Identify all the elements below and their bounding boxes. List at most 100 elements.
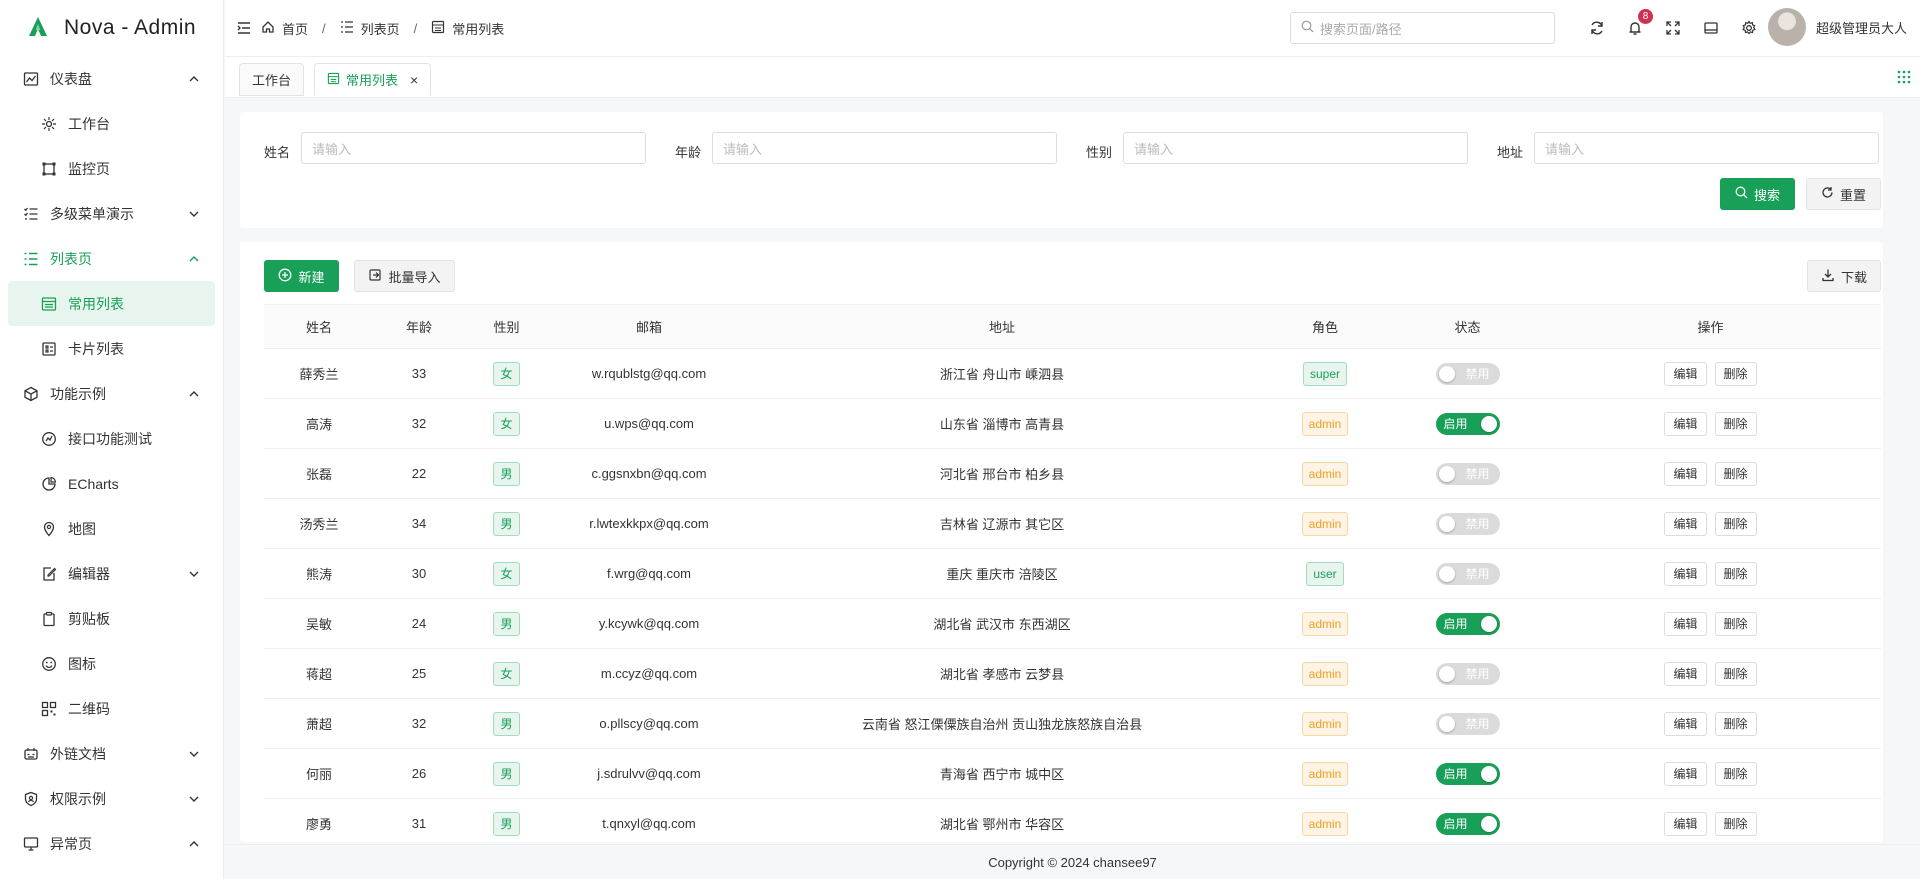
sidebar-item-label: 常用列表 xyxy=(68,295,124,312)
download-button[interactable]: 下载 xyxy=(1807,260,1881,292)
sidebar-item-workbench[interactable]: 工作台 xyxy=(8,101,215,146)
sidebar-item-multimenu[interactable]: 多级菜单演示 xyxy=(8,191,215,236)
import-icon xyxy=(368,268,382,285)
chevron-up-icon xyxy=(187,252,201,266)
shield-icon xyxy=(22,790,40,808)
role-tag: admin xyxy=(1301,411,1349,436)
column-header-actions[interactable]: 操作 xyxy=(1540,304,1881,349)
status-toggle[interactable]: 启用 xyxy=(1435,412,1500,435)
edit-button[interactable]: 编辑 xyxy=(1664,561,1707,586)
delete-button[interactable]: 删除 xyxy=(1714,661,1757,686)
column-header-address[interactable]: 地址 xyxy=(749,304,1255,349)
sidebar-item-qrcode[interactable]: 二维码 xyxy=(8,686,215,731)
breadcrumb-home[interactable]: 首页 xyxy=(261,19,308,38)
delete-button[interactable]: 删除 xyxy=(1714,561,1757,586)
status-toggle[interactable]: 禁用 xyxy=(1435,462,1500,485)
sidebar-item-listpage[interactable]: 列表页 xyxy=(8,236,215,281)
fullscreen-icon[interactable] xyxy=(1661,16,1685,40)
sidebar-item-clipboard[interactable]: 剪贴板 xyxy=(8,596,215,641)
status-toggle[interactable]: 启用 xyxy=(1435,812,1500,835)
column-header-name[interactable]: 姓名 xyxy=(264,304,374,349)
search-icon xyxy=(1301,20,1314,36)
column-header-status[interactable]: 状态 xyxy=(1395,304,1540,349)
cell-gender: 女 xyxy=(464,348,549,399)
cell-name: 薛秀兰 xyxy=(264,348,374,399)
search-button[interactable]: 搜索 xyxy=(1720,178,1795,210)
sidebar-item-external-docs[interactable]: 外链文档 xyxy=(8,731,215,776)
delete-button[interactable]: 删除 xyxy=(1714,411,1757,436)
sidebar-item-label: 监控页 xyxy=(68,160,110,177)
edit-button[interactable]: 编辑 xyxy=(1664,511,1707,536)
column-header-age[interactable]: 年龄 xyxy=(374,304,464,349)
sidebar-item-map[interactable]: 地图 xyxy=(8,506,215,551)
delete-button[interactable]: 删除 xyxy=(1714,511,1757,536)
sidebar-item-api-test[interactable]: 接口功能测试 xyxy=(8,416,215,461)
column-header-email[interactable]: 邮箱 xyxy=(549,304,749,349)
status-toggle[interactable]: 启用 xyxy=(1435,762,1500,785)
status-toggle[interactable]: 禁用 xyxy=(1435,562,1500,585)
app-logo[interactable]: Nova - Admin xyxy=(0,0,223,56)
edit-button[interactable]: 编辑 xyxy=(1664,361,1707,386)
breadcrumb-list[interactable]: 列表页 xyxy=(340,19,400,38)
top-header: 首页 / 列表页 / 常用列表 搜索页面/路径 8 超级管理员大人 xyxy=(225,0,1920,56)
cell-status: 启用 xyxy=(1395,798,1540,842)
sidebar-item-features[interactable]: 功能示例 xyxy=(8,371,215,416)
breadcrumb-current[interactable]: 常用列表 xyxy=(431,19,504,38)
delete-button[interactable]: 删除 xyxy=(1714,611,1757,636)
sidebar-item-permission[interactable]: 权限示例 xyxy=(8,776,215,821)
collapse-menu-icon[interactable] xyxy=(237,21,251,35)
search-icon xyxy=(1735,186,1748,202)
tab-label: 工作台 xyxy=(252,73,292,88)
close-icon[interactable]: × xyxy=(410,72,418,88)
status-toggle[interactable]: 启用 xyxy=(1435,612,1500,635)
download-icon xyxy=(1821,268,1835,285)
delete-button[interactable]: 删除 xyxy=(1714,811,1757,836)
settings-gear-icon[interactable] xyxy=(1737,16,1761,40)
edit-button[interactable]: 编辑 xyxy=(1664,661,1707,686)
sidebar-item-common-list[interactable]: 常用列表 xyxy=(8,281,215,326)
status-toggle[interactable]: 禁用 xyxy=(1435,662,1500,685)
delete-button[interactable]: 删除 xyxy=(1714,761,1757,786)
reset-button[interactable]: 重置 xyxy=(1806,178,1881,210)
status-toggle[interactable]: 禁用 xyxy=(1435,712,1500,735)
user-menu[interactable]: 超级管理员大人 xyxy=(1768,8,1907,46)
tab-workbench[interactable]: 工作台 xyxy=(239,63,305,96)
edit-button[interactable]: 编辑 xyxy=(1664,411,1707,436)
edit-button[interactable]: 编辑 xyxy=(1664,711,1707,736)
gender-input[interactable]: 请输入 xyxy=(1123,132,1468,164)
edit-button[interactable]: 编辑 xyxy=(1664,811,1707,836)
edit-button[interactable]: 编辑 xyxy=(1664,461,1707,486)
sidebar-item-dashboard[interactable]: 仪表盘 xyxy=(8,56,215,101)
global-search-input[interactable]: 搜索页面/路径 xyxy=(1290,12,1555,44)
sidebar-item-exception[interactable]: 异常页 xyxy=(8,821,215,866)
add-new-button[interactable]: 新建 xyxy=(264,260,339,292)
sidebar-item-card-list[interactable]: 卡片列表 xyxy=(8,326,215,371)
edit-button[interactable]: 编辑 xyxy=(1664,611,1707,636)
cell-age: 22 xyxy=(374,448,464,499)
workbench-icon xyxy=(40,115,58,133)
cell-name: 廖勇 xyxy=(264,798,374,842)
layout-icon[interactable] xyxy=(1699,16,1723,40)
status-toggle[interactable]: 禁用 xyxy=(1435,362,1500,385)
column-header-role[interactable]: 角色 xyxy=(1255,304,1395,349)
batch-import-button[interactable]: 批量导入 xyxy=(354,260,455,292)
sidebar-item-monitor[interactable]: 监控页 xyxy=(8,146,215,191)
sidebar-item-icons[interactable]: 图标 xyxy=(8,641,215,686)
delete-button[interactable]: 删除 xyxy=(1714,711,1757,736)
status-toggle[interactable]: 禁用 xyxy=(1435,512,1500,535)
age-input[interactable]: 请输入 xyxy=(712,132,1057,164)
apps-grid-icon[interactable] xyxy=(1896,69,1914,87)
delete-button[interactable]: 删除 xyxy=(1714,461,1757,486)
sidebar-item-editor[interactable]: 编辑器 xyxy=(8,551,215,596)
role-tag: admin xyxy=(1301,661,1349,686)
list-icon xyxy=(22,250,40,268)
edit-button[interactable]: 编辑 xyxy=(1664,761,1707,786)
delete-button[interactable]: 删除 xyxy=(1714,361,1757,386)
sidebar-item-echarts[interactable]: ECharts xyxy=(8,461,215,506)
refresh-icon[interactable] xyxy=(1585,16,1609,40)
tab-common-list[interactable]: 常用列表 × xyxy=(314,63,432,96)
column-header-gender[interactable]: 性别 xyxy=(464,304,549,349)
notification-bell-icon[interactable]: 8 xyxy=(1623,9,1653,40)
name-input[interactable]: 请输入 xyxy=(301,132,646,164)
address-input[interactable]: 请输入 xyxy=(1534,132,1879,164)
